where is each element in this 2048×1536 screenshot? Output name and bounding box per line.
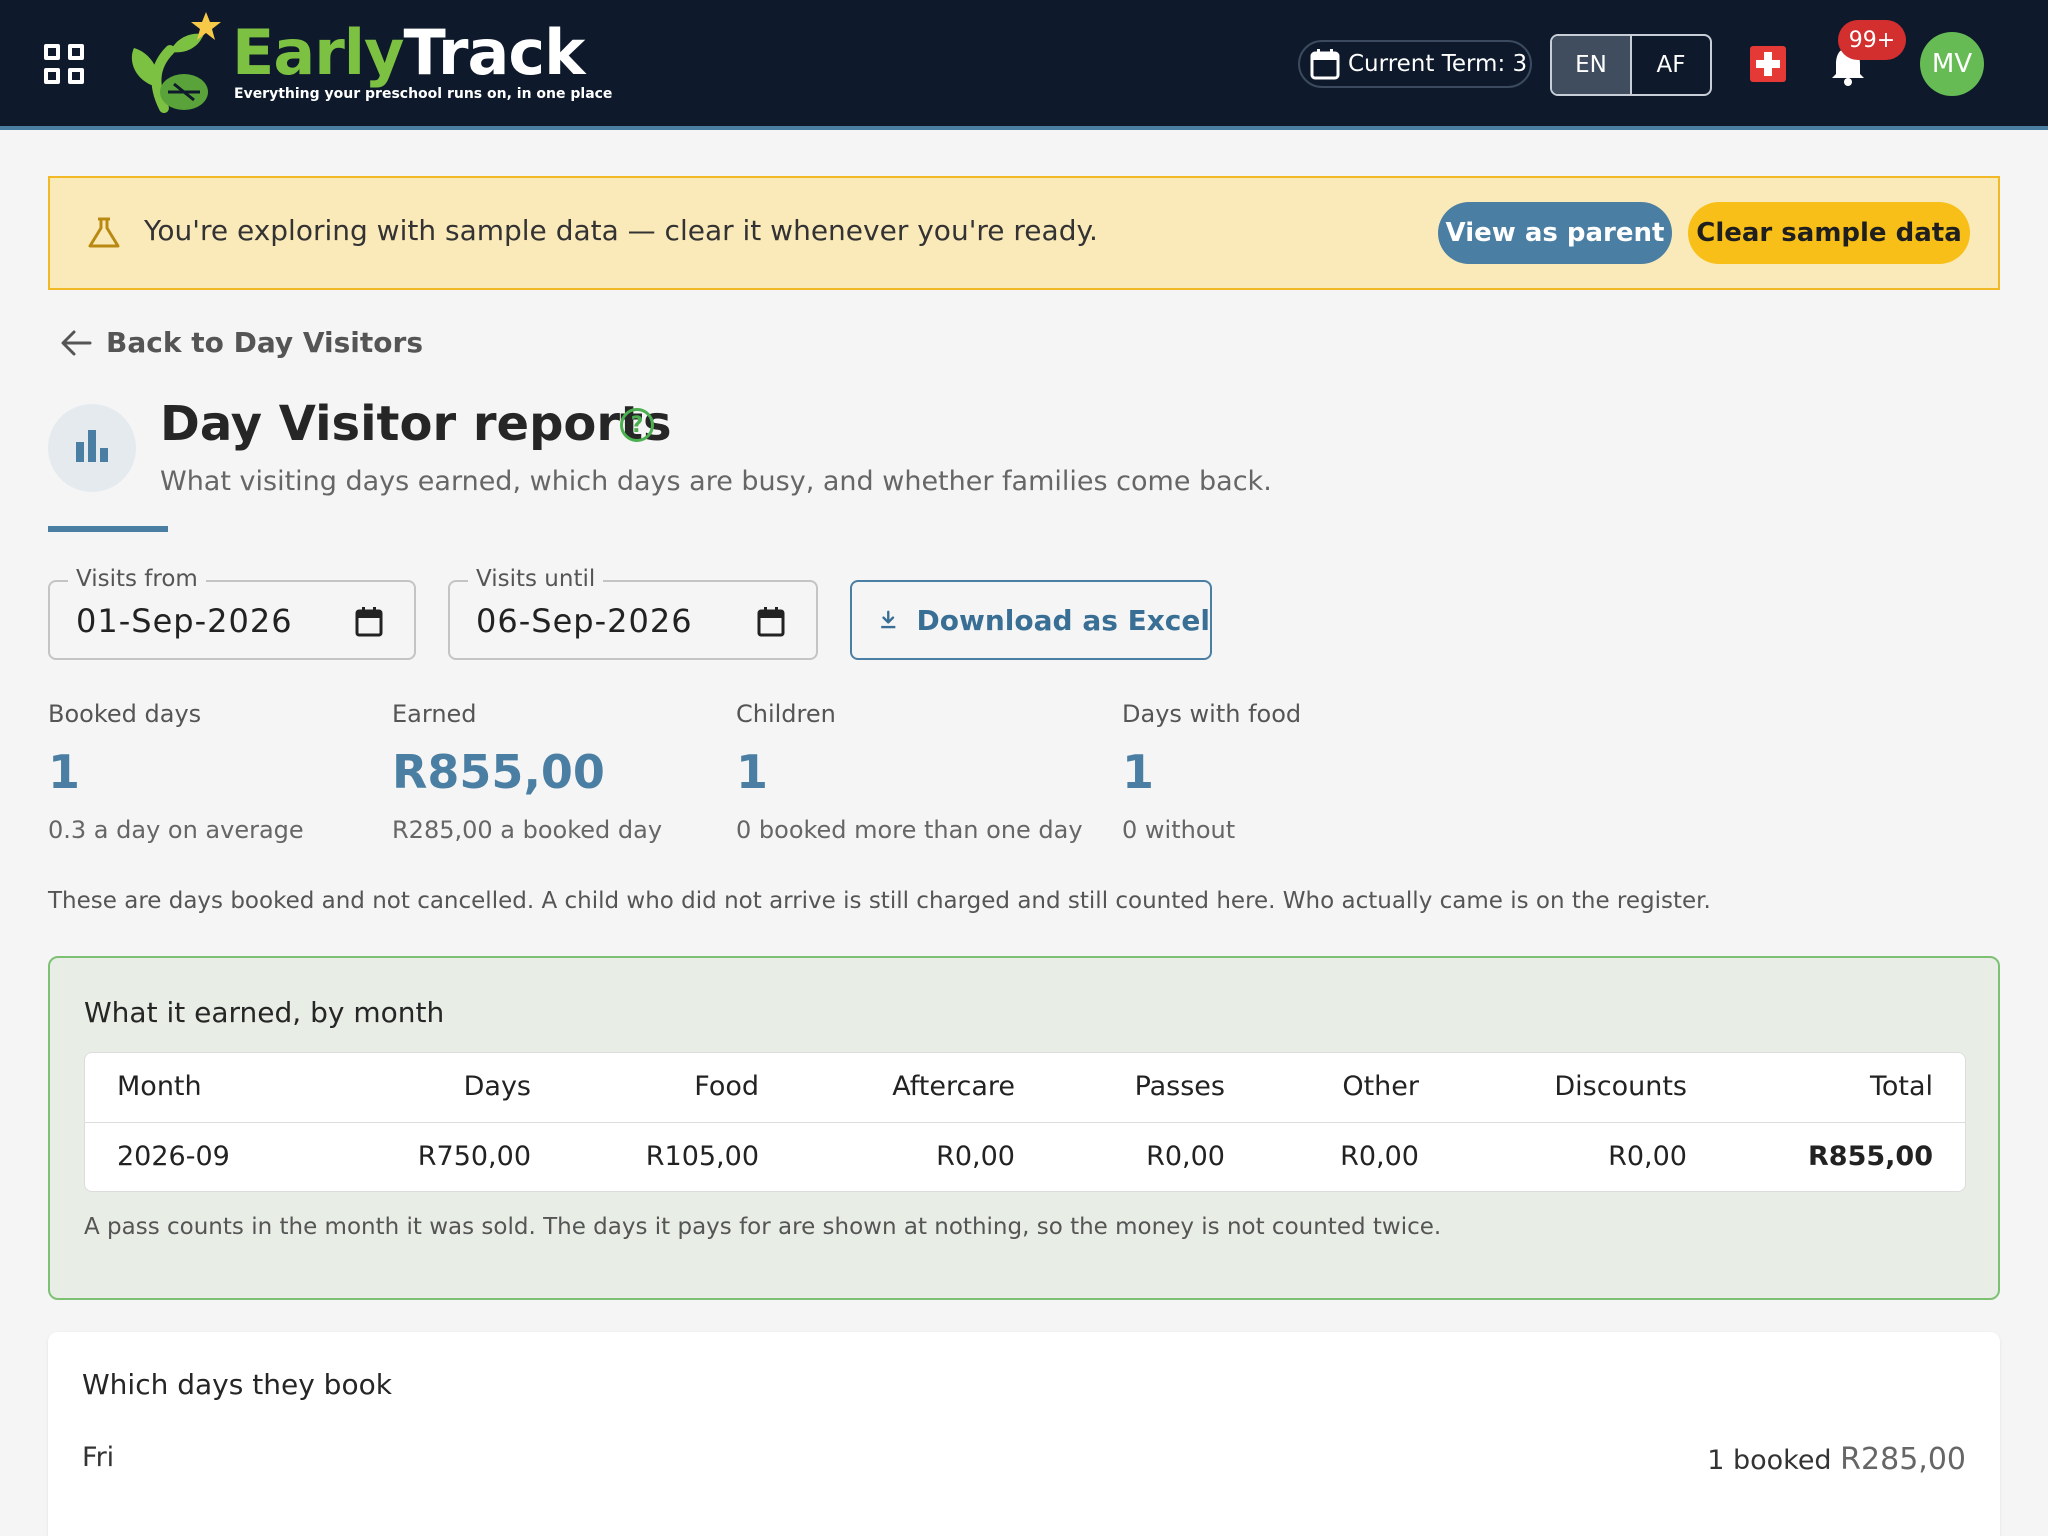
visits-until-field[interactable]: Visits until 06-Sep-2026 — [448, 566, 818, 660]
lang-af-button[interactable]: AF — [1632, 36, 1710, 94]
stat-value: R855,00 — [392, 745, 605, 799]
download-excel-button[interactable]: Download as Excel — [850, 580, 1212, 660]
booked-count: 1 booked — [1707, 1445, 1832, 1476]
top-bar: EarlyTrack Everything your preschool run… — [0, 0, 2048, 130]
stat-value: 1 — [48, 745, 81, 799]
calendar-icon — [1310, 49, 1340, 80]
calendar-icon[interactable] — [756, 606, 786, 638]
calendar-icon[interactable] — [354, 606, 384, 638]
column-header: Month — [117, 1071, 202, 1102]
view-as-parent-button[interactable]: View as parent — [1438, 202, 1672, 264]
column-header: Total — [1869, 1071, 1933, 1102]
day-booked-count: 1 booked R285,00 — [1707, 1442, 1966, 1477]
app-logo[interactable]: EarlyTrack Everything your preschool run… — [124, 8, 612, 120]
visits-until-value[interactable]: 06-Sep-2026 — [476, 602, 693, 640]
sample-data-banner: You're exploring with sample data — clea… — [48, 176, 2000, 290]
column-header: Aftercare — [892, 1071, 1015, 1102]
earned-table: Month Days Food Aftercare Passes Other D… — [84, 1052, 1966, 1192]
day-label: Fri — [82, 1442, 115, 1473]
stat-booked-days: Booked days 1 0.3 a day on average — [48, 700, 304, 844]
panel-footnote: A pass counts in the month it was sold. … — [84, 1214, 1442, 1240]
column-header: Food — [694, 1071, 759, 1102]
visits-until-label: Visits until — [468, 566, 604, 592]
back-link-label: Back to Day Visitors — [106, 326, 423, 359]
stat-subtext: 0.3 a day on average — [48, 816, 304, 844]
days-booked-panel: Which days they book Fri 1 booked R285,0… — [48, 1332, 2000, 1536]
booking-note: These are days booked and not cancelled.… — [48, 888, 1711, 914]
stat-children: Children 1 0 booked more than one day — [736, 700, 1083, 844]
current-term-label: Current Term: 3 — [1348, 51, 1528, 77]
column-header: Days — [463, 1071, 531, 1102]
column-header: Discounts — [1554, 1071, 1687, 1102]
stat-label: Booked days — [48, 700, 202, 728]
flask-icon — [88, 217, 120, 248]
table-cell: R0,00 — [936, 1141, 1015, 1172]
table-row: 2026-09 R750,00 R105,00 R0,00 R0,00 R0,0… — [85, 1123, 1965, 1193]
table-cell-total: R855,00 — [1808, 1141, 1933, 1172]
apps-grid-icon[interactable] — [44, 44, 84, 84]
app-name: EarlyTrack — [232, 16, 585, 89]
table-cell: R105,00 — [645, 1141, 759, 1172]
column-header: Passes — [1134, 1071, 1225, 1102]
help-icon[interactable]: ? — [620, 408, 654, 442]
stat-label: Children — [736, 700, 836, 728]
visits-from-value[interactable]: 01-Sep-2026 — [76, 602, 293, 640]
bar-chart-icon — [48, 404, 136, 492]
stat-value: 1 — [1122, 745, 1155, 799]
table-cell: R750,00 — [417, 1141, 531, 1172]
current-term-chip[interactable]: Current Term: 3 — [1298, 40, 1532, 88]
table-cell: 2026-09 — [117, 1141, 230, 1172]
visits-from-label: Visits from — [68, 566, 206, 592]
booked-amount: R285,00 — [1840, 1442, 1966, 1477]
app-tagline: Everything your preschool runs on, in on… — [234, 86, 613, 102]
medical-cross-icon[interactable] — [1750, 46, 1786, 82]
user-avatar[interactable]: MV — [1920, 32, 1984, 96]
download-icon — [881, 610, 896, 629]
sprout-logo-icon — [131, 12, 221, 113]
title-underline — [48, 526, 168, 532]
earned-by-month-panel: What it earned, by month Month Days Food… — [48, 956, 2000, 1300]
lang-en-button[interactable]: EN — [1552, 36, 1632, 94]
visits-from-field[interactable]: Visits from 01-Sep-2026 — [48, 566, 416, 660]
page-subtitle: What visiting days earned, which days ar… — [160, 466, 1272, 497]
notification-badge: 99+ — [1838, 20, 1906, 60]
stat-value: 1 — [736, 745, 769, 799]
clear-sample-data-button[interactable]: Clear sample data — [1688, 202, 1970, 264]
stat-subtext: R285,00 a booked day — [392, 816, 663, 844]
page-title: Day Visitor reports — [160, 396, 672, 452]
table-cell: R0,00 — [1608, 1141, 1687, 1172]
banner-text: You're exploring with sample data — clea… — [144, 214, 1098, 247]
panel-title: What it earned, by month — [84, 996, 445, 1029]
download-excel-label: Download as Excel — [916, 603, 1210, 637]
back-link[interactable]: Back to Day Visitors — [60, 326, 423, 359]
table-cell: R0,00 — [1146, 1141, 1225, 1172]
stat-subtext: 0 booked more than one day — [736, 816, 1083, 844]
stat-label: Days with food — [1122, 700, 1302, 728]
language-switcher: EN AF — [1550, 34, 1712, 96]
stat-subtext: 0 without — [1122, 816, 1236, 844]
table-cell: R0,00 — [1340, 1141, 1419, 1172]
table-header-row: Month Days Food Aftercare Passes Other D… — [85, 1053, 1965, 1123]
stat-earned: Earned R855,00 R285,00 a booked day — [392, 700, 662, 844]
stat-label: Earned — [392, 700, 477, 728]
stat-days-with-food: Days with food 1 0 without — [1122, 700, 1301, 844]
arrow-left-icon — [61, 330, 92, 355]
panel-title: Which days they book — [82, 1368, 392, 1401]
column-header: Other — [1342, 1071, 1419, 1102]
